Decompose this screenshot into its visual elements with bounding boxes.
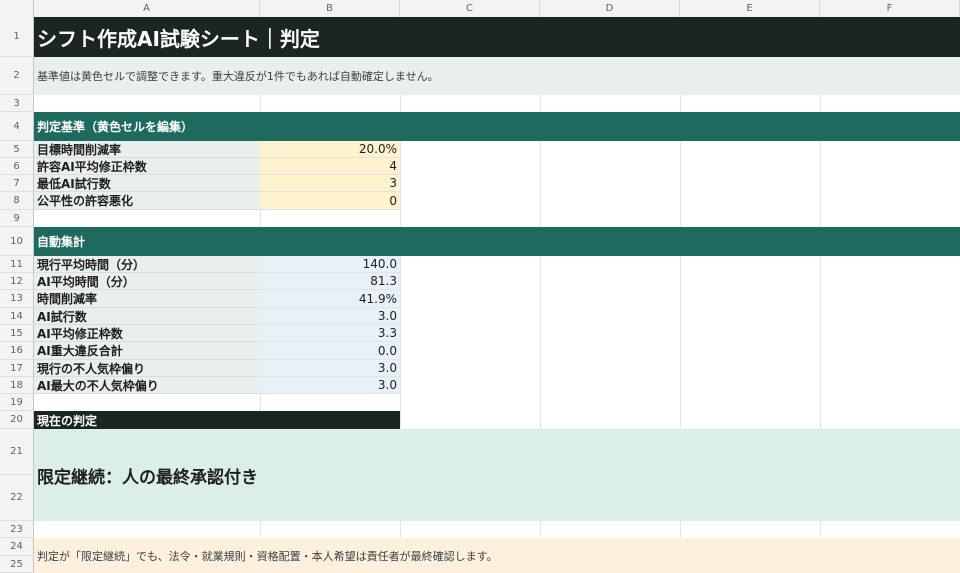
verdict-result[interactable]: 限定継続：人の最終承認付き bbox=[34, 429, 960, 521]
row-header-15[interactable]: 15 bbox=[0, 325, 34, 342]
row-header-23[interactable]: 23 bbox=[0, 521, 34, 538]
row-header-9[interactable]: 9 bbox=[0, 210, 34, 227]
criteria-section-header[interactable]: 判定基準（黄色セルを編集） bbox=[34, 112, 960, 141]
column-header-e[interactable]: E bbox=[680, 0, 820, 17]
summary-label-ai-trials[interactable]: AI試行数 bbox=[34, 308, 260, 325]
summary-label-ai-major-violations[interactable]: AI重大違反合計 bbox=[34, 342, 260, 360]
column-header-c[interactable]: C bbox=[400, 0, 540, 17]
summary-value-current-unpopular-bias[interactable]: 3.0 bbox=[260, 360, 400, 377]
criteria-value-fairness-tolerance[interactable]: 0 bbox=[260, 192, 400, 210]
summary-section-header[interactable]: 自動集計 bbox=[34, 227, 960, 256]
criteria-label-target-reduction[interactable]: 目標時間削減率 bbox=[34, 141, 260, 158]
sheet-title[interactable]: シフト作成AI試験シート｜判定 bbox=[34, 17, 960, 57]
row-header-16[interactable]: 16 bbox=[0, 342, 34, 360]
row-header-25[interactable]: 25 bbox=[0, 556, 34, 573]
spreadsheet: A B C D E F 1 2 3 4 5 6 7 8 9 10 11 12 1… bbox=[0, 0, 960, 573]
row-header-2[interactable]: 2 bbox=[0, 57, 34, 95]
criteria-label-min-trials[interactable]: 最低AI試行数 bbox=[34, 175, 260, 192]
summary-value-ai-avg-corrections[interactable]: 3.3 bbox=[260, 325, 400, 342]
row-header-17[interactable]: 17 bbox=[0, 360, 34, 377]
verdict-header[interactable]: 現在の判定 bbox=[34, 411, 400, 429]
criteria-label-allowed-corrections[interactable]: 許容AI平均修正枠数 bbox=[34, 158, 260, 175]
summary-label-current-avg-time[interactable]: 現行平均時間（分） bbox=[34, 256, 260, 273]
summary-value-time-reduction[interactable]: 41.9% bbox=[260, 290, 400, 308]
row-header-6[interactable]: 6 bbox=[0, 158, 34, 175]
row-header-1[interactable]: 1 bbox=[0, 17, 34, 57]
row-header-18[interactable]: 18 bbox=[0, 377, 34, 394]
footer-note[interactable]: 判定が「限定継続」でも、法令・就業規則・資格配置・本人希望は責任者が最終確認しま… bbox=[34, 538, 960, 573]
row-header-10[interactable]: 10 bbox=[0, 227, 34, 256]
row-header-11[interactable]: 11 bbox=[0, 256, 34, 273]
column-header-a[interactable]: A bbox=[34, 0, 260, 17]
row-header-13[interactable]: 13 bbox=[0, 290, 34, 308]
summary-label-ai-avg-corrections[interactable]: AI平均修正枠数 bbox=[34, 325, 260, 342]
row-header-8[interactable]: 8 bbox=[0, 192, 34, 210]
criteria-value-allowed-corrections[interactable]: 4 bbox=[260, 158, 400, 175]
row-header-14[interactable]: 14 bbox=[0, 308, 34, 325]
row-header-4[interactable]: 4 bbox=[0, 112, 34, 141]
summary-value-ai-avg-time[interactable]: 81.3 bbox=[260, 273, 400, 290]
criteria-value-min-trials[interactable]: 3 bbox=[260, 175, 400, 192]
summary-label-ai-avg-time[interactable]: AI平均時間（分） bbox=[34, 273, 260, 290]
select-all-corner[interactable] bbox=[0, 0, 34, 17]
row-header-12[interactable]: 12 bbox=[0, 273, 34, 290]
column-header-bar: A B C D E F bbox=[0, 0, 960, 18]
row-header-3[interactable]: 3 bbox=[0, 95, 34, 112]
column-header-f[interactable]: F bbox=[820, 0, 960, 17]
summary-label-time-reduction[interactable]: 時間削減率 bbox=[34, 290, 260, 308]
row-header-21[interactable]: 21 bbox=[0, 429, 34, 475]
row-header-19[interactable]: 19 bbox=[0, 394, 34, 411]
row-header-24[interactable]: 24 bbox=[0, 538, 34, 556]
column-header-d[interactable]: D bbox=[540, 0, 680, 17]
column-header-b[interactable]: B bbox=[260, 0, 400, 17]
row-header-22[interactable]: 22 bbox=[0, 475, 34, 521]
summary-value-ai-major-violations[interactable]: 0.0 bbox=[260, 342, 400, 360]
summary-label-current-unpopular-bias[interactable]: 現行の不人気枠偏り bbox=[34, 360, 260, 377]
summary-value-current-avg-time[interactable]: 140.0 bbox=[260, 256, 400, 273]
criteria-value-target-reduction[interactable]: 20.0% bbox=[260, 141, 400, 158]
row-header-20[interactable]: 20 bbox=[0, 411, 34, 429]
row-header-5[interactable]: 5 bbox=[0, 141, 34, 158]
criteria-label-fairness-tolerance[interactable]: 公平性の許容悪化 bbox=[34, 192, 260, 210]
row-header-7[interactable]: 7 bbox=[0, 175, 34, 192]
summary-label-ai-max-unpopular-bias[interactable]: AI最大の不人気枠偏り bbox=[34, 377, 260, 394]
summary-value-ai-trials[interactable]: 3.0 bbox=[260, 308, 400, 325]
summary-value-ai-max-unpopular-bias[interactable]: 3.0 bbox=[260, 377, 400, 394]
instruction-note[interactable]: 基準値は黄色セルで調整できます。重大違反が1件でもあれば自動確定しません。 bbox=[34, 57, 960, 95]
